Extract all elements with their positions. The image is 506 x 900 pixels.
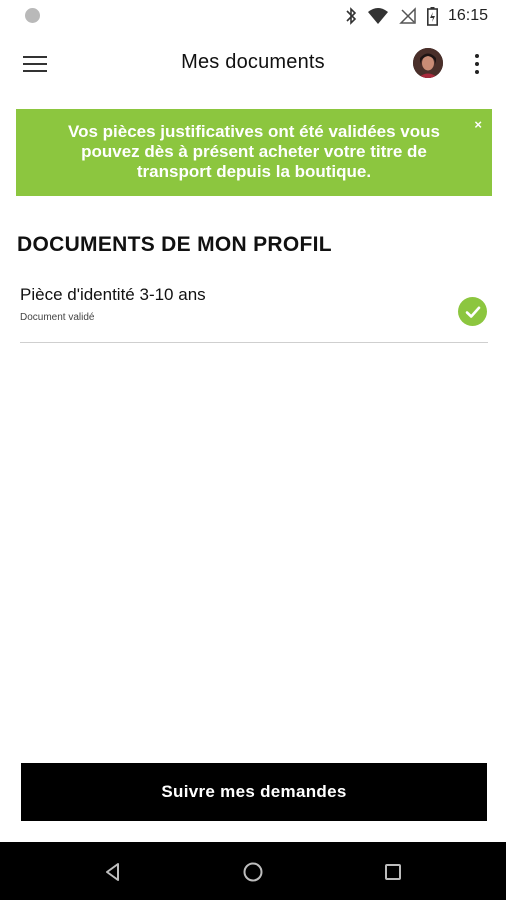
check-circle-icon (458, 297, 487, 326)
system-nav-bar (0, 842, 506, 900)
no-signal-icon (399, 7, 416, 24)
avatar-photo (413, 48, 443, 78)
status-icons: 16:15 (345, 5, 488, 27)
notification-dot-icon (25, 8, 40, 23)
section-title: DOCUMENTS DE MON PROFIL (17, 233, 332, 256)
document-name: Pièce d'identité 3-10 ans (20, 285, 206, 304)
home-circle-icon[interactable] (241, 860, 265, 884)
bluetooth-icon (346, 7, 357, 25)
validation-banner: Vos pièces justificatives ont été validé… (16, 109, 492, 196)
recents-square-icon[interactable] (381, 860, 405, 884)
close-icon[interactable]: × (474, 115, 482, 135)
app-bar: Mes documents (0, 32, 506, 96)
more-vert-icon[interactable] (466, 50, 488, 78)
track-requests-button[interactable]: Suivre mes demandes (21, 763, 487, 821)
status-bar: 16:15 (0, 0, 506, 32)
list-item[interactable]: Pièce d'identité 3-10 ans Document valid… (20, 278, 488, 343)
status-time: 16:15 (447, 7, 488, 24)
banner-message: Vos pièces justificatives ont été validé… (68, 122, 440, 181)
battery-icon (426, 6, 438, 26)
avatar[interactable] (413, 48, 443, 78)
wifi-icon (367, 8, 388, 24)
document-status: Document validé (20, 312, 95, 323)
back-triangle-icon[interactable] (101, 860, 125, 884)
